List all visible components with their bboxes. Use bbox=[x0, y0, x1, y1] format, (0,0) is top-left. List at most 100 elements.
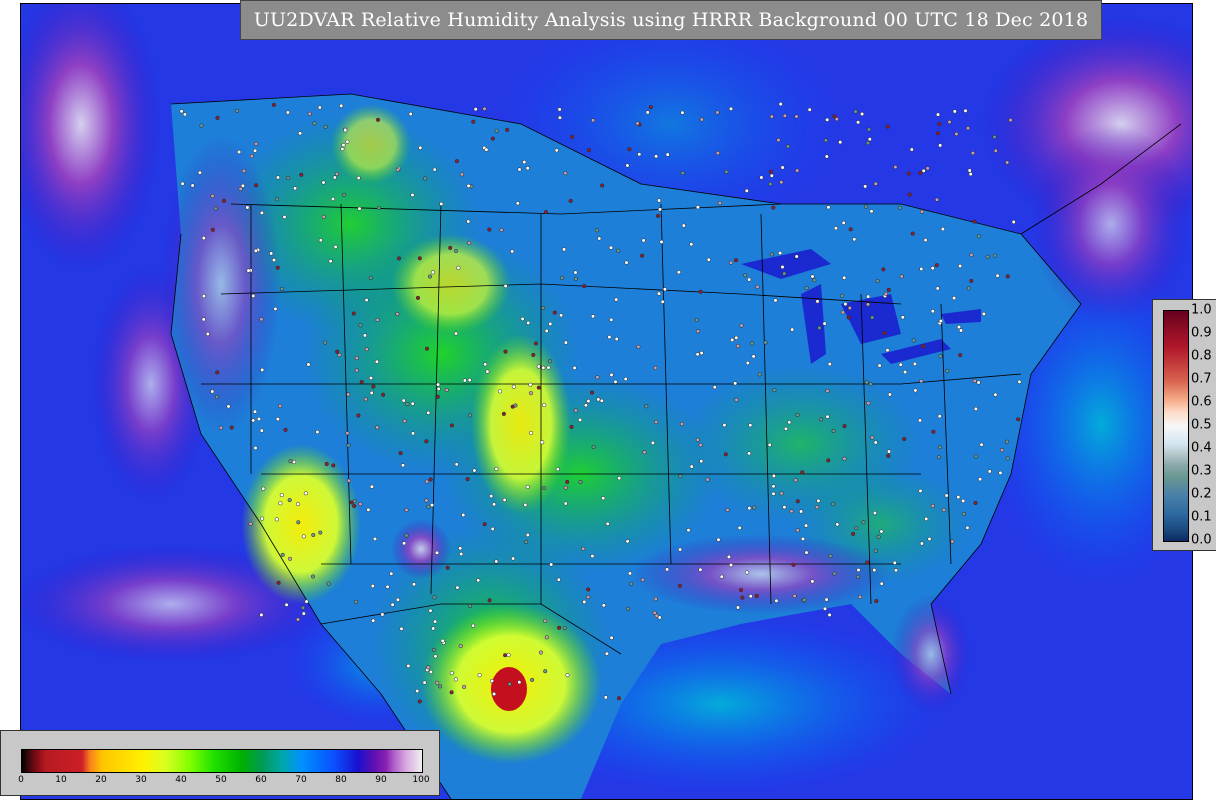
station-marker bbox=[435, 680, 440, 685]
station-marker bbox=[970, 151, 975, 156]
station-marker bbox=[654, 419, 659, 425]
station-marker bbox=[526, 320, 531, 325]
station-marker bbox=[274, 197, 280, 202]
station-marker bbox=[482, 106, 487, 111]
station-marker bbox=[826, 205, 831, 210]
station-marker bbox=[972, 378, 977, 383]
station-marker bbox=[543, 618, 548, 623]
station-marker bbox=[747, 277, 752, 282]
station-marker bbox=[573, 408, 578, 413]
station-marker bbox=[326, 581, 331, 586]
station-marker bbox=[802, 597, 807, 602]
station-marker bbox=[969, 252, 974, 257]
station-marker bbox=[399, 626, 404, 631]
station-marker bbox=[352, 499, 357, 504]
station-marker bbox=[768, 169, 773, 174]
station-marker bbox=[842, 456, 847, 461]
station-marker bbox=[395, 311, 400, 317]
station-marker bbox=[468, 413, 473, 418]
inc-tick-0-6: 0.6 bbox=[1191, 394, 1212, 410]
station-marker bbox=[828, 554, 833, 559]
station-marker bbox=[346, 392, 351, 397]
station-marker bbox=[538, 650, 544, 655]
station-marker bbox=[1005, 274, 1010, 279]
station-marker bbox=[511, 556, 516, 561]
station-marker bbox=[351, 311, 356, 316]
station-marker bbox=[482, 522, 487, 527]
station-marker bbox=[345, 139, 350, 144]
station-marker bbox=[525, 532, 530, 538]
station-marker bbox=[595, 375, 600, 380]
station-marker bbox=[900, 315, 905, 320]
station-marker bbox=[715, 151, 720, 156]
station-marker bbox=[354, 356, 359, 361]
station-marker bbox=[795, 412, 800, 417]
station-marker bbox=[237, 149, 242, 155]
station-marker bbox=[259, 210, 264, 215]
station-marker bbox=[260, 516, 265, 521]
station-marker bbox=[689, 464, 694, 469]
station-marker bbox=[607, 335, 612, 340]
rh-tick-90: 90 bbox=[375, 775, 387, 785]
station-marker bbox=[755, 284, 760, 289]
station-marker bbox=[887, 392, 892, 397]
station-marker bbox=[724, 169, 729, 174]
station-marker bbox=[910, 231, 915, 236]
rh-tick-40: 40 bbox=[175, 775, 187, 785]
station-marker bbox=[847, 305, 852, 311]
station-marker bbox=[306, 362, 311, 367]
station-marker bbox=[662, 287, 667, 292]
station-marker bbox=[318, 238, 323, 243]
station-marker bbox=[356, 413, 361, 418]
station-marker bbox=[705, 477, 710, 482]
station-marker bbox=[771, 205, 776, 210]
station-marker bbox=[462, 378, 467, 383]
station-marker bbox=[341, 143, 346, 148]
station-marker bbox=[467, 378, 472, 383]
station-marker bbox=[190, 183, 195, 188]
station-marker bbox=[436, 386, 441, 391]
station-marker bbox=[938, 143, 943, 148]
station-marker bbox=[494, 128, 499, 133]
station-marker bbox=[842, 424, 847, 429]
station-marker bbox=[930, 503, 935, 508]
station-marker bbox=[869, 209, 874, 214]
station-marker bbox=[752, 505, 757, 510]
station-marker bbox=[678, 547, 683, 552]
station-marker bbox=[657, 198, 662, 203]
station-marker bbox=[892, 560, 897, 565]
station-marker bbox=[609, 635, 614, 640]
station-marker bbox=[371, 384, 376, 389]
map-view[interactable] bbox=[20, 3, 1193, 800]
station-marker bbox=[883, 291, 888, 296]
station-marker bbox=[985, 254, 990, 259]
station-marker bbox=[375, 425, 380, 430]
station-marker bbox=[995, 273, 1000, 278]
station-marker bbox=[885, 348, 890, 353]
station-marker bbox=[422, 680, 427, 685]
station-marker bbox=[899, 274, 904, 279]
station-marker bbox=[555, 467, 560, 472]
inc-tick-1-0: 1.0 bbox=[1191, 302, 1212, 318]
station-marker bbox=[614, 336, 619, 342]
station-marker bbox=[369, 484, 374, 489]
station-marker bbox=[925, 166, 930, 171]
station-marker bbox=[625, 539, 630, 544]
station-marker bbox=[779, 491, 784, 496]
station-marker bbox=[218, 425, 223, 430]
station-marker bbox=[860, 111, 865, 117]
station-marker bbox=[401, 398, 406, 403]
station-marker bbox=[681, 223, 686, 228]
station-marker bbox=[1005, 456, 1010, 461]
station-marker bbox=[815, 299, 820, 304]
station-marker bbox=[505, 127, 510, 132]
station-marker bbox=[418, 145, 423, 150]
station-marker bbox=[772, 388, 777, 393]
station-marker bbox=[529, 430, 534, 436]
station-marker bbox=[872, 510, 877, 516]
station-marker bbox=[656, 291, 662, 296]
station-marker bbox=[771, 491, 776, 496]
station-marker bbox=[511, 384, 516, 389]
station-marker bbox=[536, 364, 541, 369]
rh-tick-50: 50 bbox=[215, 775, 227, 785]
